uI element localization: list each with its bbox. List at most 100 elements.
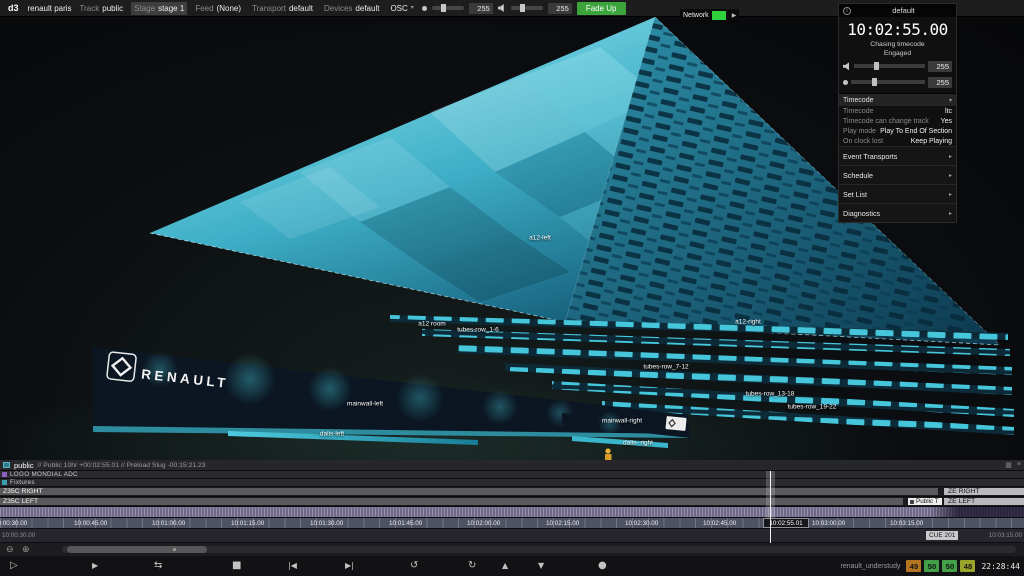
track-header[interactable]: public // Public 10hr +00:02:55.01 // Pr… [0, 460, 1024, 471]
clip-icon [910, 500, 914, 504]
diagnostic-stat: 50 [942, 560, 957, 572]
layer-icon [2, 472, 7, 477]
chevron-right-icon: ▸ [949, 153, 952, 160]
track-info: // Public 10hr +00:02:55.01 // Preload S… [38, 462, 206, 469]
menu-track[interactable]: Track public [77, 2, 127, 15]
ruler-time: 10:03:00.00 [812, 520, 845, 527]
menu-osc[interactable]: OSC ▾ [387, 2, 416, 15]
ruler-time: 10:00:45.00 [74, 520, 107, 527]
play-to-next-button[interactable]: ▶ [92, 558, 98, 574]
network-widget[interactable]: Network ▶ [680, 9, 739, 22]
layer-fixtures[interactable]: Fixtures [0, 479, 1024, 487]
d3-logo: d3 [4, 3, 23, 13]
master-brightness-slider[interactable] [432, 6, 464, 10]
playhead-line[interactable] [770, 471, 771, 543]
menu-event-transports[interactable]: Event Transports ▸ [839, 146, 956, 165]
next-section-button[interactable]: ▶| [345, 558, 354, 574]
stage-label-a12-left[interactable]: a12-left [529, 235, 551, 242]
stage-label-a12-room[interactable]: a12 room [418, 321, 445, 328]
grid-icon[interactable]: ▦ [1005, 461, 1012, 469]
master-volume-slider[interactable] [511, 6, 543, 10]
master-volume-value[interactable]: 255 [548, 3, 572, 14]
layer-logo-mondial[interactable]: LOGO MONDIAL ADC [0, 471, 1024, 479]
ruler-time: 10:01:45.00 [389, 520, 422, 527]
stage-label-mainwall-left[interactable]: mainwall-left [347, 401, 383, 408]
chevron-right-icon: ▸ [949, 172, 952, 179]
clip-z35c-right[interactable]: Z35C RIGHT [0, 488, 938, 495]
notes-track[interactable] [0, 507, 1024, 518]
track-down-button[interactable]: ▼ [538, 558, 544, 574]
chevron-right-icon: ▸ [949, 191, 952, 198]
panel-brightness-value[interactable]: 255 [928, 77, 952, 88]
time-ruler[interactable]: 10:00:30.00 10:00:45.00 10:01:00.00 10:0… [0, 518, 1024, 529]
menu-feed[interactable]: Feed (None) [192, 2, 244, 15]
menu-diagnostics[interactable]: Diagnostics ▸ [839, 203, 956, 222]
speaker-icon [843, 62, 851, 70]
diagnostic-stat: 48 [960, 560, 975, 572]
stage-label-dalis-right[interactable]: dalis- right [623, 440, 653, 447]
play-icon[interactable]: ▶ [729, 12, 737, 19]
clip-ze-left[interactable]: ZE LEFT [944, 498, 1024, 505]
stop-button[interactable]: ■ [232, 558, 241, 574]
project-name[interactable]: renault paris [28, 4, 72, 13]
undo-button[interactable]: ↺ [410, 558, 418, 574]
stage-label-tubes-13-18[interactable]: tubes-row_13-18 [746, 391, 795, 398]
ruler-time: 10:03:15.00 [890, 520, 923, 527]
renault-logo-small [665, 416, 686, 431]
stage-label-tubes-19-22[interactable]: tubes-row_19-22 [788, 404, 837, 411]
menu-set-list[interactable]: Set List ▸ [839, 184, 956, 203]
network-status-led [712, 11, 726, 20]
panel-brightness-slider[interactable] [851, 80, 925, 84]
transport-panel: i default 10:02:55.00 Chasing timecode E… [838, 3, 957, 223]
track-up-button[interactable]: ▲ [502, 558, 508, 574]
menu-transport[interactable]: Transport default [249, 2, 316, 15]
cue-marker[interactable]: CUE 201 [926, 531, 958, 540]
stage-label-dalis-left[interactable]: dalis-left [320, 431, 344, 438]
panel-header[interactable]: i default [839, 4, 956, 17]
loop-section-button[interactable]: ⇆ [154, 558, 162, 574]
stage-label-a12-right[interactable]: a12-right [735, 319, 761, 326]
master-brightness-value[interactable]: 255 [469, 3, 493, 14]
stage-label-mainwall-right[interactable]: mainwall-right [602, 418, 642, 425]
redo-button[interactable]: ↻ [468, 558, 476, 574]
ruler-time: 10:01:30.00 [310, 520, 343, 527]
timeline-zoom-bar: ⊖ ⊕ [0, 543, 1024, 556]
prop-timecode[interactable]: Timecode ltc [839, 106, 956, 116]
ruler-time: 10:00:30.00 [0, 520, 27, 527]
timeline-scrollbar-thumb[interactable] [67, 546, 207, 553]
prop-timecode-can-change-track[interactable]: Timecode can change track Yes [839, 116, 956, 126]
menu-stage[interactable]: Stage stage 1 [131, 2, 187, 15]
stage-label-tubes-7-12[interactable]: tubes-row_7-12 [643, 364, 688, 371]
list-icon[interactable]: ≡ [1017, 461, 1021, 469]
ruler-time: 10:02:00.00 [467, 520, 500, 527]
record-button[interactable]: ● [598, 558, 607, 574]
timecode-section-header[interactable]: Timecode ▾ [839, 93, 956, 106]
menu-devices[interactable]: Devices default [321, 2, 382, 15]
info-icon[interactable]: i [843, 7, 851, 15]
layer-z35c-right[interactable]: Z35C RIGHT ZE RIGHT [0, 487, 1024, 497]
zoom-out-icon[interactable]: ⊖ [6, 544, 14, 555]
fade-up-button[interactable]: Fade Up [577, 2, 626, 15]
brightness-icon [422, 6, 427, 11]
play-button[interactable]: ▷ [10, 558, 18, 574]
section-track[interactable]: 10:00:30.00 10:03:15.00 CUE 201 [0, 529, 1024, 543]
track-name[interactable]: public [14, 461, 34, 470]
timecode-display: 10:02:55.00 [839, 17, 956, 40]
network-label: Network [683, 12, 709, 19]
zoom-in-icon[interactable]: ⊕ [22, 544, 30, 555]
track-icon [3, 462, 10, 468]
transport-bar: ▷ ▶ ⇆ ■ |◀ ▶| ↺ ↻ ▲ ▼ ● renault_understu… [0, 556, 1024, 576]
panel-volume-slider[interactable] [854, 64, 925, 68]
layer-z35c-left[interactable]: Z35C LEFT Public T ZE LEFT [0, 497, 1024, 507]
stage-label-tubes-1-6[interactable]: tubes-row_1-6 [457, 327, 499, 334]
prop-play-mode[interactable]: Play mode Play To End Of Section [839, 126, 956, 136]
clip-ze-right[interactable]: ZE RIGHT [944, 488, 1024, 495]
menu-schedule[interactable]: Schedule ▸ [839, 165, 956, 184]
previous-section-button[interactable]: |◀ [288, 558, 297, 574]
clip-public-chip[interactable]: Public T [908, 498, 942, 505]
timeline-scrollbar[interactable] [62, 546, 1016, 553]
ruler-time: 10:02:45.00 [703, 520, 736, 527]
diagnostic-stat: 50 [924, 560, 939, 572]
panel-volume-value[interactable]: 255 [928, 61, 952, 72]
prop-on-clock-lost[interactable]: On clock lost Keep Playing [839, 136, 956, 146]
